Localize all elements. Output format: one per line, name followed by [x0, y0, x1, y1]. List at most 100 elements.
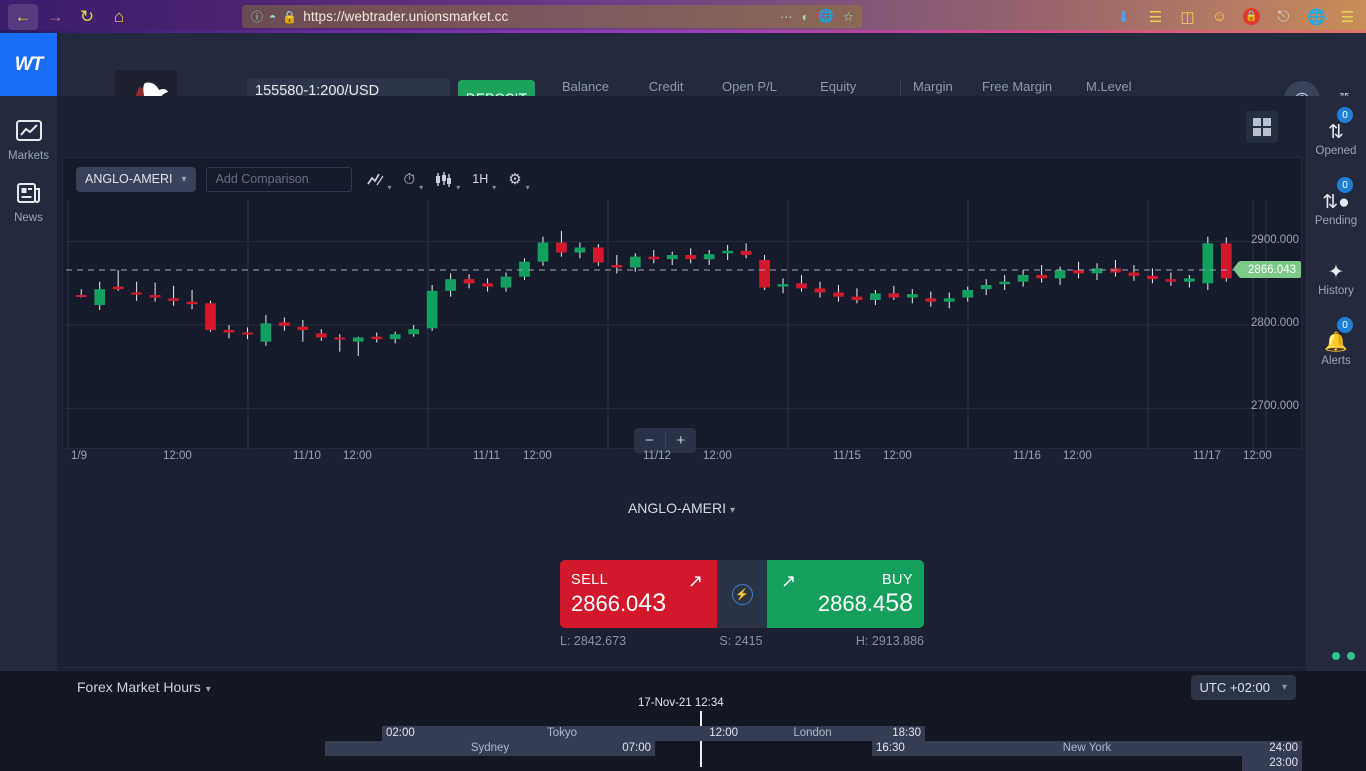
stat-label: Balance: [562, 79, 609, 94]
sidebar-item-news[interactable]: News: [0, 172, 57, 234]
chart-settings-icon[interactable]: ⚙ ▾: [503, 167, 529, 192]
stat-label: Equity: [820, 79, 857, 94]
session-end: 24:00: [1269, 742, 1298, 754]
sidebar-item-label: Markets: [8, 150, 49, 162]
session-bar-extra[interactable]: 23:00: [1242, 756, 1302, 771]
chevron-down-icon[interactable]: ▾: [526, 183, 530, 192]
chevron-down-icon[interactable]: ▾: [182, 174, 187, 185]
low-price: L: 2842.673: [560, 634, 627, 648]
timezone-label: UTC +02:00: [1199, 680, 1270, 695]
timeframe-selector[interactable]: 1H ▾: [467, 167, 496, 192]
forward-arrow-icon[interactable]: →: [40, 4, 70, 30]
y-axis-tick-label: 2800.000: [1251, 317, 1299, 329]
deal-meta: L: 2842.673 S: 2415 H: 2913.886: [560, 634, 924, 648]
alarm-icon[interactable]: ⏱ ▾: [399, 167, 424, 192]
sidebar-item-opened[interactable]: 0 ⇅ Opened: [1306, 104, 1366, 174]
add-comparison-input[interactable]: Add Comparison: [205, 166, 352, 192]
tracking-protection-icon[interactable]: ◓: [269, 10, 276, 24]
x-axis-tick-label: 11/10: [293, 450, 321, 462]
sidebar-item-label: Opened: [1315, 144, 1357, 157]
deal-box: ↗ SELL 2866.043 ⚡ ↗ BUY 2868.458: [560, 560, 924, 628]
chevron-down-icon[interactable]: ▾: [456, 183, 460, 192]
hamburger-menu-icon[interactable]: ☰: [1339, 8, 1356, 26]
browser-extension-icons: ⬇ ☰ ◫ ☺ 🔒 ⎋ 🌐 ☰: [1115, 8, 1356, 26]
reload-icon[interactable]: ↻: [72, 4, 102, 30]
padlock-icon: 🔒: [282, 9, 298, 24]
bell-icon: 🔔: [1324, 331, 1348, 353]
timezone-selector[interactable]: UTC +02:00 ▾: [1190, 675, 1296, 700]
candlestick-plot[interactable]: − + 2900.000 2800.000 2700.000 2866.043: [63, 200, 1303, 453]
deal-symbol[interactable]: ANGLO-AMERI ▾: [57, 500, 1306, 516]
x-axis-tick-label: 1/9: [71, 450, 87, 462]
buy-label: BUY: [881, 571, 913, 588]
market-hours-divider: [62, 667, 1302, 668]
y-axis-tick-label: 2700.000: [1251, 400, 1299, 413]
chart-toolbar: ANGLO-AMERI ▾ Add Comparison ▾ ⏱ ▾ ▾ 1H ▾ …: [63, 158, 1303, 200]
zoom-in-button[interactable]: +: [666, 432, 697, 449]
status-dot-1: [1332, 652, 1340, 660]
x-axis-tick-label: 11/16: [1013, 450, 1041, 462]
chart-x-axis: 1/9 12:00 11/10 12:00 11/11 12:00 11/12 12:00 11…: [63, 450, 1303, 474]
sidebar-item-history[interactable]: ✦ History: [1306, 244, 1366, 314]
session-bar-newyork[interactable]: 16:30 New York 24:00: [872, 741, 1302, 756]
home-icon[interactable]: ⌂: [104, 4, 134, 30]
stat-label: Margin: [913, 79, 953, 94]
x-axis-tick-label: 12:00: [1243, 450, 1272, 462]
pending-count-badge: 0: [1337, 177, 1353, 193]
session-name: Tokyo: [546, 727, 578, 739]
sidebar-icon[interactable]: ◫: [1179, 8, 1196, 26]
chevron-down-icon[interactable]: ▾: [206, 684, 211, 695]
arrow-up-right-icon: ↗: [781, 571, 797, 591]
spread-value: S: 2415: [719, 634, 763, 648]
back-arrow-icon[interactable]: ←: [8, 3, 38, 30]
download-icon[interactable]: ⬇: [1115, 8, 1132, 26]
y-axis-tick-label: 2900.000: [1251, 233, 1299, 246]
sell-price-tail: 43: [638, 588, 667, 617]
alerts-count-badge: 0: [1337, 317, 1353, 333]
chevron-down-icon[interactable]: ▾: [1282, 682, 1287, 693]
sidebar-item-label: Alerts: [1321, 354, 1351, 367]
layout-grid-icon[interactable]: [1246, 111, 1278, 143]
candle-type-icon[interactable]: ▾: [430, 167, 460, 192]
screenshot-icon[interactable]: ⎋: [1275, 8, 1292, 25]
sidebar-item-label: News: [14, 212, 43, 224]
x-axis-tick-label: 12:00: [523, 450, 552, 462]
translate-icon[interactable]: 🌐: [818, 9, 834, 24]
brand-logo[interactable]: WT: [0, 33, 57, 96]
stat-label: Credit: [648, 79, 684, 94]
indicators-icon[interactable]: ▾: [362, 167, 392, 192]
url-text: https://webtrader.unionsmarket.cc: [303, 9, 509, 24]
account-icon[interactable]: ☺: [1211, 8, 1228, 25]
chevron-down-icon[interactable]: ▾: [388, 183, 392, 192]
vpn-icon[interactable]: 🔒: [1243, 8, 1260, 25]
chevron-down-icon[interactable]: ▾: [730, 505, 735, 516]
sidebar-item-pending[interactable]: 0 ⇅● Pending: [1306, 174, 1366, 244]
one-click-trade-toggle[interactable]: ⚡: [717, 560, 767, 628]
dictionary-icon[interactable]: 🌐: [1307, 8, 1326, 26]
session-bar-sydney[interactable]: Sydney 07:00: [325, 741, 655, 756]
sidebar-item-markets[interactable]: Markets: [0, 110, 57, 172]
session-end: 07:00: [622, 742, 651, 754]
high-price: H: 2913.886: [855, 634, 924, 648]
zoom-out-button[interactable]: −: [634, 432, 665, 449]
url-bar[interactable]: ⓘ ◓ 🔒 https://webtrader.unionsmarket.cc …: [242, 5, 862, 28]
chevron-down-icon[interactable]: ▾: [419, 183, 423, 192]
chart-symbol-label: ANGLO-AMERI: [85, 172, 173, 186]
session-bar-tokyo[interactable]: 02:00 Tokyo 12:00: [382, 726, 742, 741]
x-axis-tick-label: 12:00: [163, 450, 192, 462]
buy-button[interactable]: ↗ BUY 2868.458: [767, 560, 924, 628]
ellipsis-icon[interactable]: ⋯: [780, 9, 793, 24]
chevron-down-icon[interactable]: ▾: [492, 183, 496, 192]
sidebar-item-label: History: [1318, 284, 1354, 297]
market-hours-label: Forex Market Hours: [77, 679, 201, 695]
market-hours-title[interactable]: Forex Market Hours ▾: [77, 679, 211, 695]
star-icon[interactable]: ☆: [843, 9, 854, 24]
chart-symbol-selector[interactable]: ANGLO-AMERI ▾: [76, 166, 196, 192]
library-icon[interactable]: ☰: [1147, 8, 1164, 26]
status-dot-2: [1347, 652, 1355, 660]
current-price-badge: 2866.043: [1233, 261, 1301, 279]
sidebar-item-alerts[interactable]: 0 🔔 Alerts: [1306, 314, 1366, 384]
reader-mode-icon[interactable]: ◐: [802, 10, 810, 24]
page-info-icon[interactable]: ⓘ: [251, 8, 263, 25]
sell-button[interactable]: ↗ SELL 2866.043: [560, 560, 717, 628]
